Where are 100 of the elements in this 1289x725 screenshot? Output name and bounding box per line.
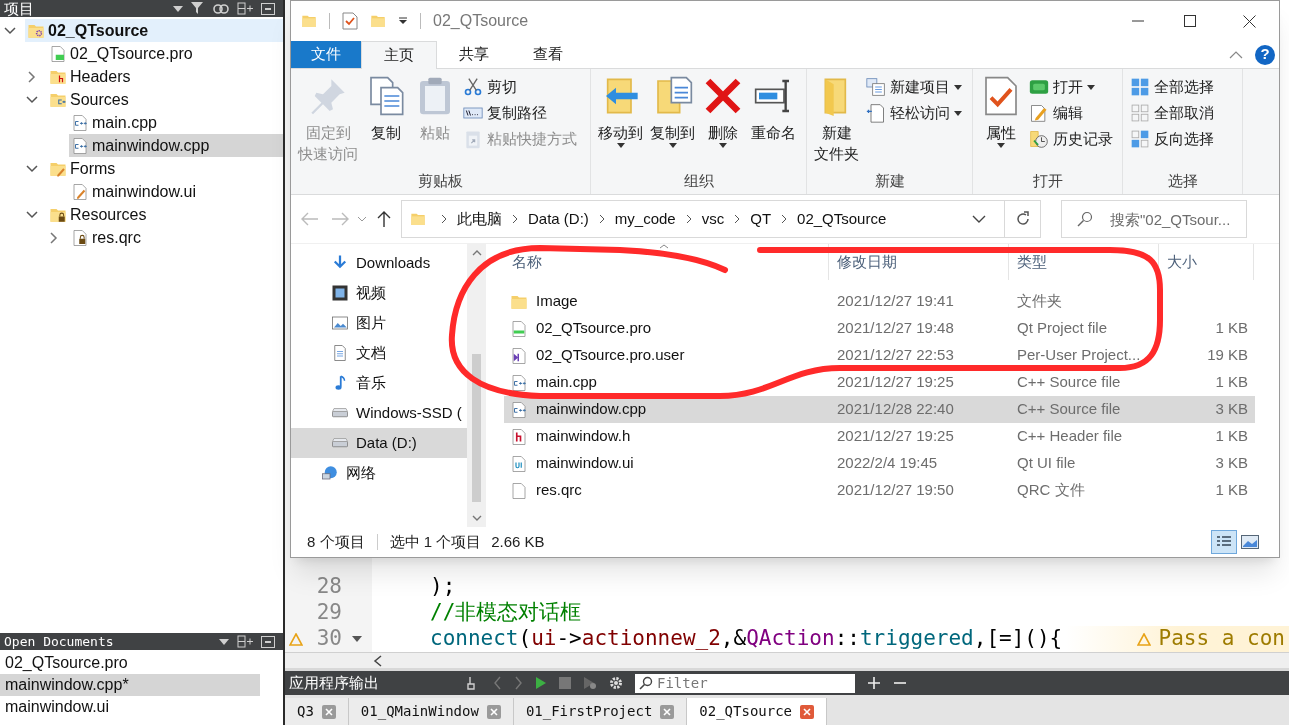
nav-item[interactable]: 文档 bbox=[291, 338, 467, 368]
filter-icon[interactable] bbox=[191, 2, 205, 15]
ribbon-button[interactable]: 打开 bbox=[1029, 76, 1113, 98]
ribbon-button[interactable]: 复制路径 bbox=[463, 102, 577, 124]
ribbon-button[interactable]: 反向选择 bbox=[1130, 128, 1214, 150]
tree-item[interactable]: res.qrc bbox=[69, 226, 283, 249]
breadcrumb[interactable]: 02_QTsource bbox=[794, 207, 890, 231]
caret-icon[interactable] bbox=[719, 143, 727, 148]
ribbon-button[interactable]: 复制到 bbox=[647, 76, 698, 148]
breadcrumb[interactable]: QT bbox=[747, 207, 775, 231]
tree-item[interactable]: main.cpp bbox=[69, 111, 283, 134]
file-row[interactable]: 02_QTsource.pro 2021/12/27 19:48 Qt Project file 1 KB bbox=[504, 315, 1255, 342]
caret-icon[interactable] bbox=[616, 143, 625, 148]
close-panel-icon[interactable] bbox=[261, 635, 275, 648]
ribbon-button[interactable]: 移动到 bbox=[595, 76, 646, 148]
chevron-icon[interactable] bbox=[684, 214, 693, 224]
ribbon-button[interactable]: 删除 bbox=[699, 76, 747, 148]
caret-icon[interactable] bbox=[997, 143, 1005, 148]
breadcrumb[interactable]: my_code bbox=[611, 207, 679, 231]
nav-item[interactable]: 图片 bbox=[291, 308, 467, 338]
collapse-ribbon-icon[interactable] bbox=[1229, 50, 1243, 59]
ribbon-tab[interactable]: 文件 bbox=[291, 41, 361, 68]
document-item[interactable]: mainwindow.ui bbox=[0, 696, 260, 718]
tree-item[interactable]: mainwindow.ui bbox=[69, 180, 283, 203]
chevron-icon[interactable] bbox=[440, 214, 448, 224]
file-row[interactable]: 02_QTsource.pro.user 2021/12/27 22:53 Per-User Project... 19 KB bbox=[504, 342, 1255, 369]
help-button[interactable]: ? bbox=[1255, 44, 1275, 65]
nav-item[interactable]: 视频 bbox=[291, 278, 467, 308]
file-row[interactable]: mainwindow.ui 2022/2/4 19:45 Qt UI file 3 KB bbox=[504, 450, 1255, 477]
file-row[interactable]: res.qrc 2021/12/27 19:50 QRC 文件 1 KB bbox=[504, 477, 1255, 504]
editor-tab[interactable]: 01_FirstProject bbox=[513, 698, 688, 725]
chevron-icon[interactable] bbox=[780, 214, 789, 224]
scroll-down-icon[interactable] bbox=[471, 515, 482, 521]
tree-item[interactable]: Resources bbox=[47, 203, 283, 226]
tree-item[interactable]: Forms bbox=[47, 157, 283, 180]
scroll-up-icon[interactable] bbox=[471, 250, 482, 256]
maximize-icon[interactable] bbox=[1184, 15, 1196, 27]
tree-item[interactable]: Sources bbox=[47, 88, 283, 111]
ribbon-tab[interactable]: 主页 bbox=[361, 41, 437, 69]
tiles-view-icon[interactable] bbox=[1241, 535, 1259, 549]
breadcrumb[interactable]: vsc bbox=[698, 207, 728, 231]
column-header[interactable]: 大小 bbox=[1167, 250, 1197, 274]
tree-item[interactable]: Headers bbox=[47, 65, 283, 88]
run-icon[interactable] bbox=[535, 676, 547, 690]
editor-tab[interactable]: 02_QTsource bbox=[687, 698, 828, 725]
search-field[interactable]: 搜索"02_QTsour... bbox=[1061, 200, 1247, 238]
fold-icon[interactable] bbox=[352, 636, 362, 642]
ribbon-tab[interactable]: 共享 bbox=[437, 41, 511, 68]
ribbon-button[interactable]: 历史记录 bbox=[1029, 128, 1113, 150]
properties-icon[interactable] bbox=[342, 12, 358, 30]
caret-icon[interactable] bbox=[1087, 84, 1095, 90]
ribbon-button[interactable]: 新建项目 bbox=[866, 76, 962, 98]
customize-caret-icon[interactable] bbox=[398, 17, 408, 25]
close-icon[interactable] bbox=[1242, 14, 1256, 28]
chevron-icon[interactable] bbox=[733, 214, 742, 224]
ribbon-tab[interactable]: 查看 bbox=[511, 41, 585, 68]
ribbon-button[interactable]: 全部取消 bbox=[1130, 102, 1214, 124]
refresh-icon[interactable] bbox=[1014, 211, 1031, 227]
breadcrumb[interactable]: 此电脑 bbox=[454, 207, 505, 231]
column-header[interactable]: 修改日期 bbox=[837, 250, 897, 274]
ribbon-button[interactable]: 属性 bbox=[977, 76, 1025, 148]
chevron-icon[interactable] bbox=[511, 214, 519, 224]
nav-item[interactable]: 音乐 bbox=[291, 368, 467, 398]
file-row[interactable]: mainwindow.cpp 2021/12/28 22:40 C++ Source file 3 KB bbox=[504, 396, 1255, 423]
editor-tab[interactable]: 01_QMainWindow bbox=[348, 698, 514, 725]
scroll-left-icon[interactable] bbox=[373, 654, 383, 667]
file-row[interactable]: mainwindow.h 2021/12/27 19:25 C++ Header file 1 KB bbox=[504, 423, 1255, 450]
caret-icon[interactable] bbox=[668, 143, 677, 148]
split-icon[interactable] bbox=[237, 635, 253, 648]
file-row[interactable]: Image 2021/12/27 19:41 文件夹 bbox=[504, 288, 1255, 315]
document-item[interactable]: 02_QTsource.pro bbox=[0, 652, 260, 674]
nav-item[interactable]: 网络 bbox=[291, 458, 467, 488]
ribbon-button[interactable]: 新建 文件夹 bbox=[811, 76, 862, 164]
column-header[interactable]: 名称 bbox=[512, 250, 542, 274]
split-icon[interactable] bbox=[237, 2, 253, 15]
close-panel-icon[interactable] bbox=[261, 2, 275, 15]
caret-icon[interactable] bbox=[219, 638, 229, 645]
address-bar[interactable]: 此电脑 Data (D:) my_code vsc QT 02_QTsource bbox=[401, 200, 1041, 238]
breadcrumb[interactable]: Data (D:) bbox=[525, 207, 592, 231]
scrollbar-thumb[interactable] bbox=[472, 354, 481, 502]
tree-item[interactable]: mainwindow.cpp bbox=[69, 134, 283, 157]
details-view-button[interactable] bbox=[1211, 530, 1237, 554]
nav-item[interactable]: Downloads bbox=[291, 248, 467, 278]
ribbon-button[interactable]: 重命名 bbox=[748, 76, 799, 143]
tree-item[interactable]: 02_QTsource.pro bbox=[47, 42, 283, 65]
caret-icon[interactable] bbox=[173, 5, 183, 12]
link-icon[interactable] bbox=[213, 3, 229, 14]
ribbon-button[interactable]: 剪切 bbox=[463, 76, 577, 98]
tree-item[interactable]: 02_QTsource bbox=[25, 19, 283, 42]
chevron-icon[interactable] bbox=[597, 214, 606, 224]
ribbon-button[interactable]: 编辑 bbox=[1029, 102, 1113, 124]
ribbon-button[interactable]: 轻松访问 bbox=[866, 102, 962, 124]
nav-item[interactable]: Data (D:) bbox=[291, 428, 467, 458]
debug-run-icon[interactable] bbox=[583, 676, 597, 690]
caret-icon[interactable] bbox=[954, 110, 962, 116]
ribbon-button[interactable]: 复制 bbox=[362, 76, 410, 143]
editor-tab[interactable]: Q3 bbox=[285, 698, 349, 725]
filter-field[interactable]: Filter bbox=[635, 673, 855, 693]
up-icon[interactable] bbox=[377, 210, 391, 228]
add-icon[interactable] bbox=[867, 676, 881, 690]
